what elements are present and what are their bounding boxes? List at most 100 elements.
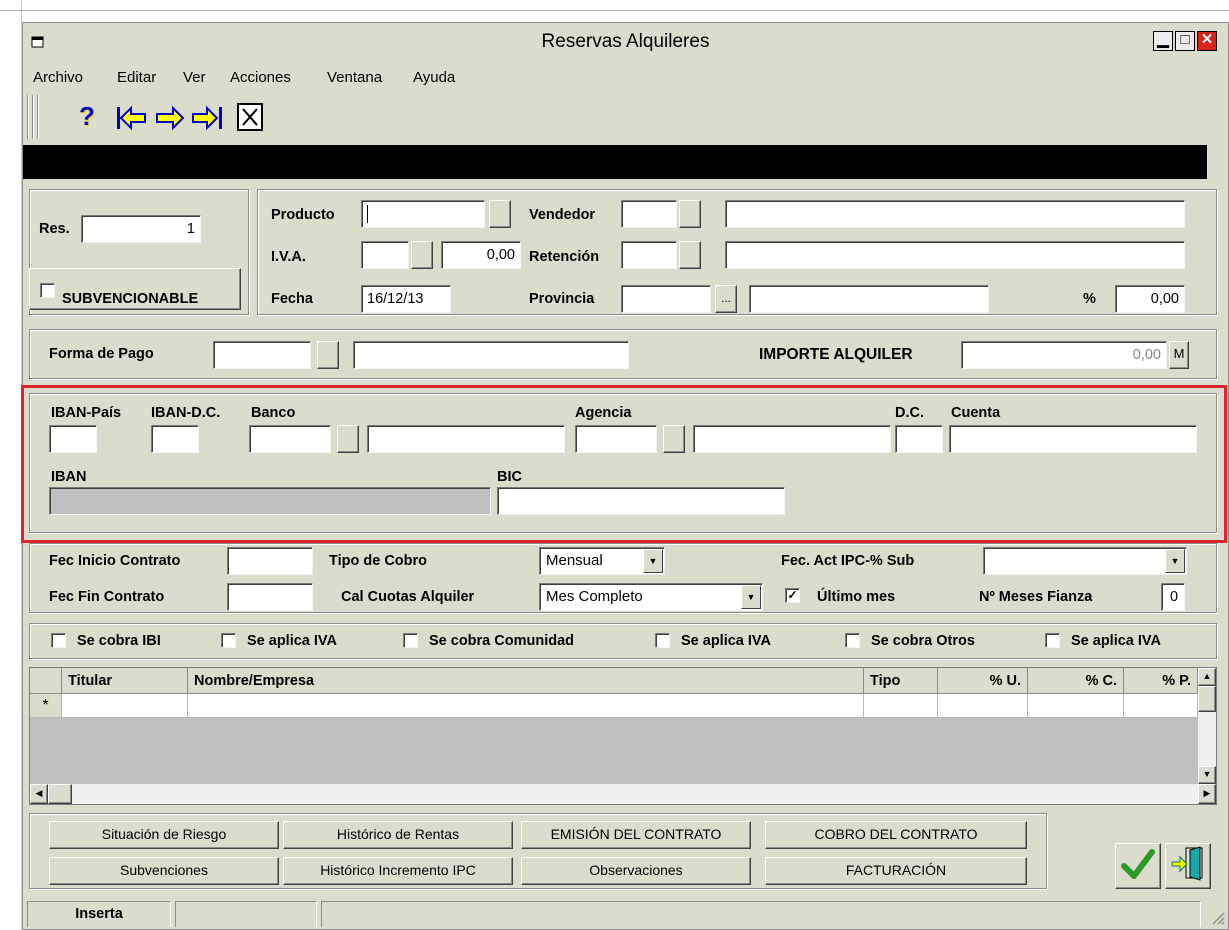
emision-contrato-button[interactable]: EMISIÓN DEL CONTRATO bbox=[521, 821, 751, 849]
menu-ver[interactable]: Ver bbox=[183, 69, 206, 86]
provincia-code-field[interactable] bbox=[621, 285, 711, 313]
forma-pago-code-field[interactable] bbox=[213, 341, 311, 369]
retencion-code-field[interactable] bbox=[621, 241, 677, 269]
grid-header-titular[interactable]: Titular bbox=[62, 668, 188, 694]
grid-cell[interactable] bbox=[1028, 694, 1124, 718]
fec-inicio-field[interactable] bbox=[227, 547, 313, 575]
subvenciones-button[interactable]: Subvenciones bbox=[49, 857, 279, 885]
agencia-name-field[interactable] bbox=[693, 425, 891, 453]
banco-code-field[interactable] bbox=[249, 425, 331, 453]
menu-ventana[interactable]: Ventana bbox=[327, 69, 382, 86]
cobro-contrato-button[interactable]: COBRO DEL CONTRATO bbox=[765, 821, 1027, 849]
grid-header-p[interactable]: % P. bbox=[1124, 668, 1198, 694]
tipo-cobro-select[interactable]: Mensual ▼ bbox=[539, 547, 665, 575]
menu-editar[interactable]: Editar bbox=[117, 69, 156, 86]
resize-grip-icon[interactable] bbox=[1209, 909, 1225, 925]
cobra-otros-checkbox[interactable] bbox=[845, 633, 860, 648]
res-field[interactable]: 1 bbox=[81, 215, 201, 243]
scroll-thumb-horizontal[interactable] bbox=[48, 784, 72, 804]
facturacion-button[interactable]: FACTURACIÓN bbox=[765, 857, 1027, 885]
fec-act-ipc-select[interactable]: ▼ bbox=[983, 547, 1187, 575]
aplica-iva-comunidad-checkbox[interactable] bbox=[655, 633, 670, 648]
iban-pais-field[interactable] bbox=[49, 425, 97, 453]
grid-cell[interactable] bbox=[188, 694, 864, 718]
last-record-button[interactable] bbox=[191, 105, 225, 134]
historico-rentas-button[interactable]: Histórico de Rentas bbox=[283, 821, 513, 849]
close-record-button[interactable] bbox=[237, 103, 263, 131]
vendedor-code-field[interactable] bbox=[621, 200, 677, 228]
forma-pago-lookup-button[interactable] bbox=[317, 341, 339, 369]
fec-fin-field[interactable] bbox=[227, 583, 313, 611]
grid-horizontal-scrollbar[interactable]: ◀ ▶ bbox=[30, 784, 1216, 804]
grid-cell[interactable] bbox=[62, 694, 188, 718]
grid-cell[interactable] bbox=[938, 694, 1028, 718]
grid-cell[interactable] bbox=[1124, 694, 1198, 718]
titulares-grid[interactable]: Titular Nombre/Empresa Tipo % U. % C. % … bbox=[29, 667, 1217, 805]
grid-header-u[interactable]: % U. bbox=[938, 668, 1028, 694]
scroll-left-arrow-icon[interactable]: ◀ bbox=[30, 784, 48, 804]
grid-header-nombre[interactable]: Nombre/Empresa bbox=[188, 668, 864, 694]
close-button[interactable]: ✕ bbox=[1197, 31, 1217, 51]
meses-fianza-field[interactable]: 0 bbox=[1161, 583, 1185, 611]
fecha-field[interactable]: 16/12/13 bbox=[361, 285, 451, 313]
first-record-button[interactable] bbox=[115, 105, 149, 134]
grid-header-tipo[interactable]: Tipo bbox=[864, 668, 938, 694]
scroll-right-arrow-icon[interactable]: ▶ bbox=[1198, 784, 1216, 804]
grid-header-c[interactable]: % C. bbox=[1028, 668, 1124, 694]
observaciones-button[interactable]: Observaciones bbox=[521, 857, 751, 885]
agencia-code-field[interactable] bbox=[575, 425, 657, 453]
maximize-button[interactable]: □ bbox=[1175, 31, 1195, 51]
last-record-icon bbox=[192, 105, 222, 131]
exit-button[interactable] bbox=[1165, 843, 1211, 889]
iva-code-field[interactable] bbox=[361, 241, 409, 269]
menu-ayuda[interactable]: Ayuda bbox=[413, 69, 455, 86]
subvencionable-checkbox[interactable] bbox=[40, 283, 55, 298]
vendedor-name-field[interactable] bbox=[725, 200, 1185, 228]
retencion-lookup-button[interactable] bbox=[679, 241, 701, 269]
banco-lookup-button[interactable] bbox=[337, 425, 359, 453]
minimize-button[interactable]: ▁ bbox=[1153, 31, 1173, 51]
iva-percent-field[interactable]: 0,00 bbox=[441, 241, 521, 269]
importe-field[interactable]: 0,00 bbox=[961, 341, 1167, 369]
historico-ipc-button[interactable]: Histórico Incremento IPC bbox=[283, 857, 513, 885]
cuenta-field[interactable] bbox=[949, 425, 1197, 453]
producto-label: Producto bbox=[271, 207, 335, 223]
ultimo-mes-checkbox[interactable]: ✓ bbox=[785, 588, 800, 603]
iva-lookup-button[interactable] bbox=[411, 241, 433, 269]
provincia-name-field[interactable] bbox=[749, 285, 989, 313]
producto-field[interactable] bbox=[361, 200, 485, 228]
cobra-comunidad-checkbox[interactable] bbox=[403, 633, 418, 648]
producto-lookup-button[interactable] bbox=[489, 200, 511, 228]
chevron-down-icon[interactable]: ▼ bbox=[643, 549, 663, 573]
situacion-riesgo-button[interactable]: Situación de Riesgo bbox=[49, 821, 279, 849]
grid-vertical-scrollbar[interactable]: ▲ ▼ bbox=[1198, 668, 1216, 784]
aplica-iva-otros-checkbox[interactable] bbox=[1045, 633, 1060, 648]
chevron-down-icon[interactable]: ▼ bbox=[1165, 549, 1185, 573]
accept-button[interactable] bbox=[1115, 843, 1161, 889]
aplica-iva-ibi-checkbox[interactable] bbox=[221, 633, 236, 648]
forma-pago-name-field[interactable] bbox=[353, 341, 629, 369]
scroll-up-arrow-icon[interactable]: ▲ bbox=[1198, 668, 1216, 686]
vendedor-lookup-button[interactable] bbox=[679, 200, 701, 228]
iban-label: IBAN bbox=[51, 469, 87, 485]
percent-field[interactable]: 0,00 bbox=[1115, 285, 1185, 313]
cal-cuotas-select[interactable]: Mes Completo ▼ bbox=[539, 583, 763, 611]
grid-cell[interactable] bbox=[864, 694, 938, 718]
importe-m-button[interactable]: M bbox=[1169, 341, 1189, 369]
dc-field[interactable] bbox=[895, 425, 943, 453]
agencia-lookup-button[interactable] bbox=[663, 425, 685, 453]
menu-archivo[interactable]: Archivo bbox=[33, 69, 83, 86]
banco-name-field[interactable] bbox=[367, 425, 565, 453]
bic-field[interactable] bbox=[497, 487, 785, 515]
chevron-down-icon[interactable]: ▼ bbox=[741, 585, 761, 609]
iban-dc-field[interactable] bbox=[151, 425, 199, 453]
menu-acciones[interactable]: Acciones bbox=[230, 69, 291, 86]
provincia-lookup-button[interactable]: ... bbox=[715, 285, 737, 313]
scroll-down-arrow-icon[interactable]: ▼ bbox=[1198, 766, 1216, 784]
cobra-ibi-checkbox[interactable] bbox=[51, 633, 66, 648]
next-record-button[interactable] bbox=[153, 105, 187, 134]
scroll-thumb[interactable] bbox=[1198, 686, 1216, 712]
subvencionable-toggle[interactable]: SUBVENCIONABLE bbox=[29, 268, 241, 310]
help-button[interactable]: ? bbox=[79, 101, 99, 131]
retencion-name-field[interactable] bbox=[725, 241, 1185, 269]
